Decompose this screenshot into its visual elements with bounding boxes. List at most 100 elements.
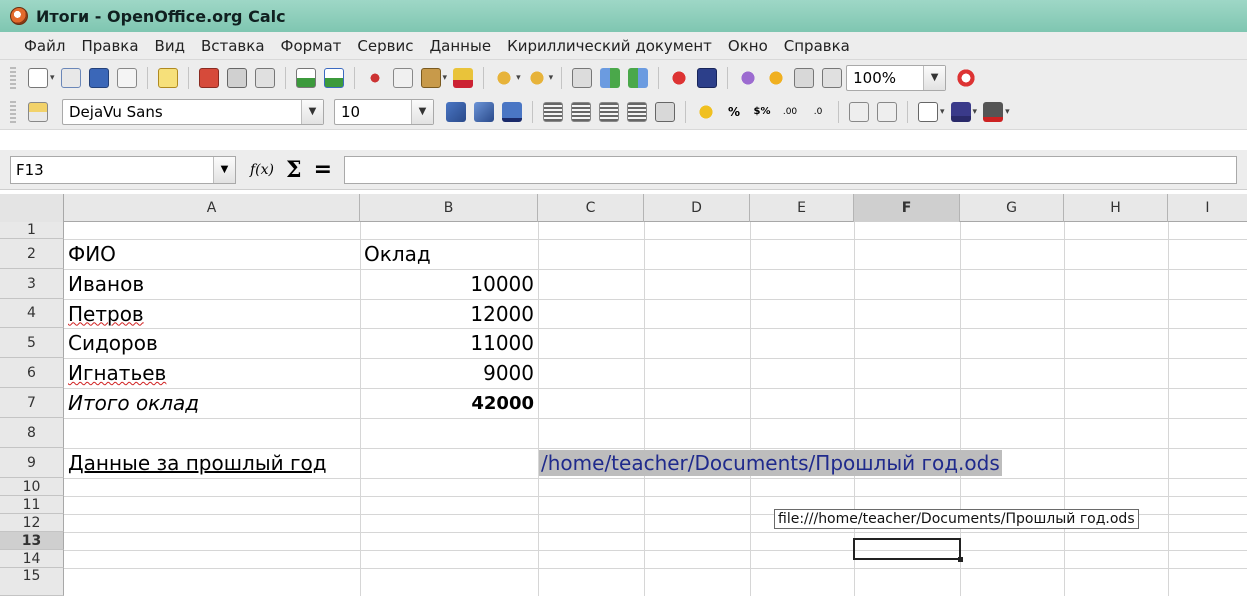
draw-icon[interactable] — [669, 67, 690, 88]
spreadsheet-grid[interactable]: A B C D E F G H I 1 2 3 4 5 6 7 8 9 10 1… — [0, 194, 1247, 596]
menu-insert[interactable]: Вставка — [193, 37, 273, 55]
column-header-d[interactable]: D — [644, 194, 750, 222]
email-icon[interactable] — [116, 67, 137, 88]
chevron-down-icon[interactable]: ▼ — [923, 65, 946, 90]
print-icon[interactable] — [226, 67, 247, 88]
borders-icon[interactable] — [918, 101, 938, 122]
redo-dropdown[interactable]: ▾ — [549, 73, 554, 83]
menu-edit[interactable]: Правка — [73, 37, 146, 55]
function-wizard-button[interactable]: f(x) — [250, 162, 274, 178]
font-name-select[interactable]: DejaVu Sans ▼ — [62, 98, 324, 125]
navigator-icon[interactable] — [697, 67, 718, 88]
copy-icon[interactable] — [392, 67, 413, 88]
select-all-corner[interactable] — [0, 194, 64, 222]
paste-icon[interactable] — [420, 67, 441, 88]
sort-ascending-icon[interactable] — [600, 67, 621, 88]
navigator-star-icon[interactable] — [766, 67, 787, 88]
chevron-down-icon[interactable]: ▼ — [301, 99, 323, 124]
cell-b2[interactable]: Оклад — [360, 239, 538, 269]
row-header-15[interactable]: 15 — [0, 568, 64, 596]
chart-icon[interactable] — [572, 67, 593, 88]
datasource-icon[interactable] — [794, 67, 815, 88]
cell-a7[interactable]: Итого оклад — [64, 388, 360, 418]
column-header-e[interactable]: E — [750, 194, 854, 222]
sum-button[interactable]: Σ — [286, 157, 302, 183]
menu-window[interactable]: Окно — [720, 37, 776, 55]
number-format-icon[interactable]: $% — [752, 102, 772, 122]
menu-data[interactable]: Данные — [421, 37, 499, 55]
add-decimal-icon[interactable]: .00 — [780, 102, 800, 122]
undo-dropdown[interactable]: ▾ — [516, 73, 521, 83]
chevron-down-icon[interactable]: ▼ — [411, 99, 433, 124]
clone-format-icon[interactable] — [453, 67, 474, 88]
row-header-2[interactable]: 2 — [0, 239, 64, 269]
help-icon[interactable] — [956, 67, 977, 88]
save-icon[interactable] — [88, 67, 109, 88]
undo-icon[interactable] — [494, 67, 515, 88]
new-icon[interactable] — [28, 67, 48, 88]
cell-a9[interactable]: Данные за прошлый год — [64, 448, 538, 478]
autospell-icon[interactable] — [323, 67, 344, 88]
templates-icon[interactable] — [60, 67, 81, 88]
page-preview-icon[interactable] — [254, 67, 275, 88]
menu-view[interactable]: Вид — [147, 37, 193, 55]
column-header-a[interactable]: A — [64, 194, 360, 222]
column-header-f[interactable]: F — [854, 194, 960, 222]
row-header-4[interactable]: 4 — [0, 299, 64, 328]
redo-icon[interactable] — [526, 67, 547, 88]
row-header-6[interactable]: 6 — [0, 358, 64, 388]
font-color-icon[interactable] — [983, 101, 1004, 122]
edit-mode-icon[interactable] — [157, 67, 178, 88]
active-cell-f13[interactable] — [853, 538, 963, 562]
row-header-14[interactable]: 14 — [0, 550, 64, 568]
cell-b5[interactable]: 11000 — [360, 328, 538, 358]
font-color-dropdown[interactable]: ▾ — [1005, 107, 1010, 117]
column-header-b[interactable]: B — [360, 194, 538, 222]
row-header-13[interactable]: 13 — [0, 532, 64, 550]
name-box[interactable]: F13 ▼ — [10, 155, 236, 184]
chevron-down-icon[interactable]: ▼ — [213, 156, 235, 183]
toolbar-grip[interactable] — [10, 100, 16, 123]
row-header-1[interactable]: 1 — [0, 222, 64, 239]
font-size-select[interactable]: 10 ▼ — [334, 98, 434, 125]
row-header-7[interactable]: 7 — [0, 388, 64, 418]
function-button[interactable]: = — [314, 157, 332, 182]
hyperlink-cell-c9[interactable]: /home/teacher/Documents/Прошлый год.ods — [539, 450, 1002, 476]
cut-icon[interactable] — [364, 67, 385, 88]
menu-tools[interactable]: Сервис — [349, 37, 421, 55]
cell-a3[interactable]: Иванов — [64, 269, 360, 299]
export-pdf-icon[interactable] — [198, 67, 219, 88]
spellcheck-icon[interactable] — [295, 67, 316, 88]
borders-dropdown[interactable]: ▾ — [940, 107, 945, 117]
decrease-indent-icon[interactable] — [849, 101, 869, 122]
align-right-icon[interactable] — [599, 101, 619, 122]
row-header-5[interactable]: 5 — [0, 328, 64, 358]
cell-a2[interactable]: ФИО — [64, 239, 360, 269]
cell-b6[interactable]: 9000 — [360, 358, 538, 388]
column-header-g[interactable]: G — [960, 194, 1064, 222]
underline-icon[interactable] — [502, 101, 522, 122]
cell-b4[interactable]: 12000 — [360, 299, 538, 328]
row-header-3[interactable]: 3 — [0, 269, 64, 299]
new-dropdown[interactable]: ▾ — [50, 73, 55, 83]
styles-icon[interactable] — [28, 101, 48, 122]
bold-icon[interactable] — [446, 101, 466, 122]
column-header-i[interactable]: I — [1168, 194, 1247, 222]
row-header-9[interactable]: 9 — [0, 448, 64, 478]
row-header-11[interactable]: 11 — [0, 496, 64, 514]
italic-icon[interactable] — [474, 101, 494, 122]
menu-file[interactable]: Файл — [16, 37, 73, 55]
increase-indent-icon[interactable] — [877, 101, 897, 122]
paste-dropdown[interactable]: ▾ — [443, 73, 448, 83]
percent-icon[interactable]: % — [724, 102, 744, 122]
delete-decimal-icon[interactable]: .0 — [808, 102, 828, 122]
menu-format[interactable]: Формат — [273, 37, 350, 55]
align-center-icon[interactable] — [571, 101, 591, 122]
toolbar-grip[interactable] — [10, 66, 16, 89]
cell-a6[interactable]: Игнатьев — [64, 358, 360, 388]
currency-icon[interactable] — [696, 101, 716, 122]
column-header-c[interactable]: C — [538, 194, 644, 222]
background-color-icon[interactable] — [950, 101, 971, 122]
merge-cells-icon[interactable] — [655, 101, 675, 122]
zoom-icon[interactable] — [822, 67, 843, 88]
